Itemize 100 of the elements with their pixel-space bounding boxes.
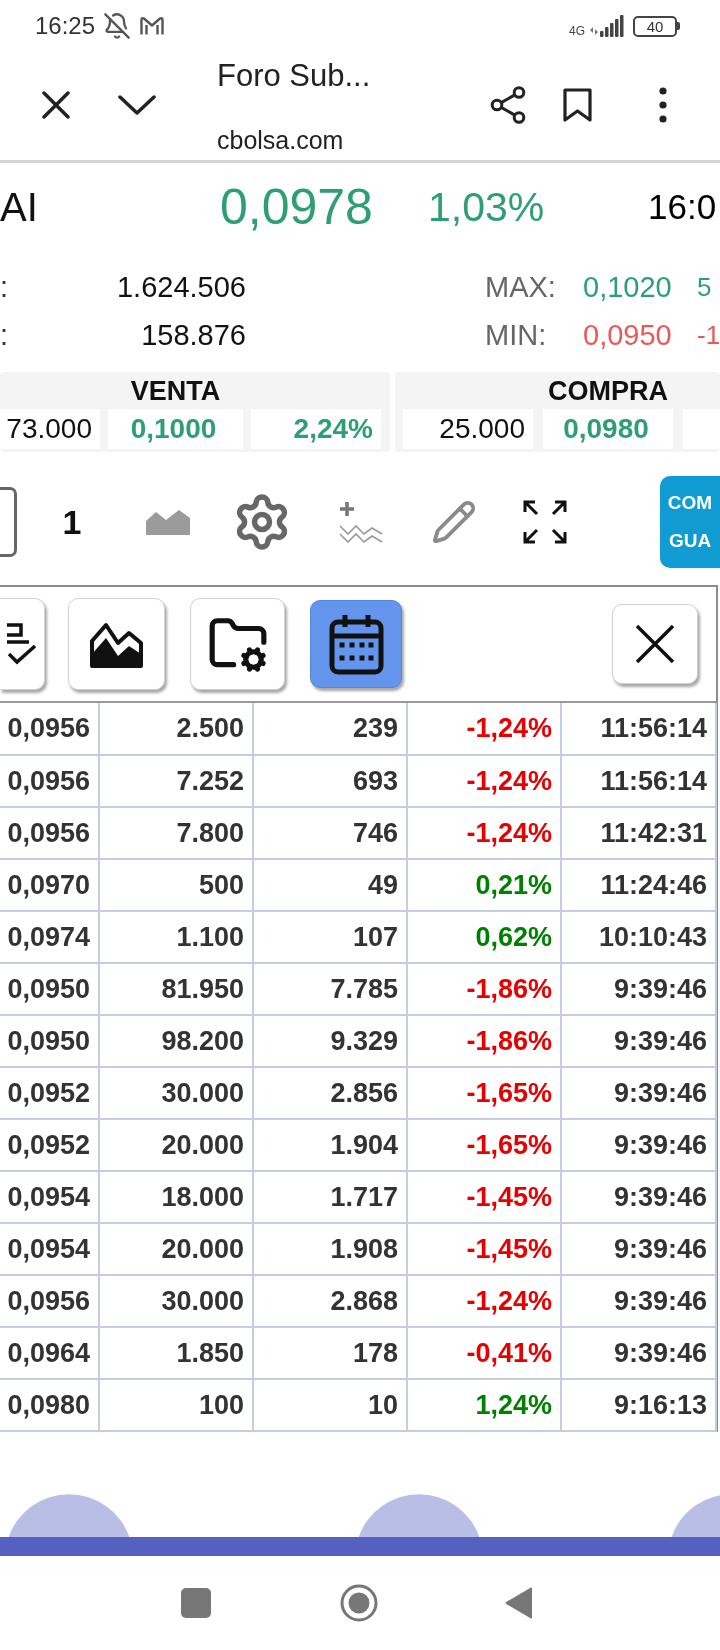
table-cell: 1,24%: [407, 1379, 561, 1431]
battery-indicator: 40: [633, 15, 680, 37]
table-cell: 11:56:14: [561, 755, 716, 807]
status-time: 16:25: [35, 12, 96, 40]
close-button[interactable]: [612, 604, 698, 684]
table-cell: -1,45%: [407, 1171, 561, 1223]
table-cell: 9:39:46: [561, 1015, 716, 1067]
table-cell: 9:16:13: [561, 1379, 716, 1431]
table-cell: 2.500: [99, 703, 253, 755]
checklist-icon: [7, 622, 37, 666]
fullscreen-icon[interactable]: [522, 499, 568, 545]
stat-label: :: [0, 318, 10, 352]
stock-symbol: AI: [0, 184, 39, 230]
table-cell: 0,0956: [0, 807, 99, 859]
table-cell: 2.856: [253, 1067, 407, 1119]
stat-value: 158.876: [141, 318, 246, 352]
order-volume: 25.000: [403, 409, 533, 449]
square-outline-icon[interactable]: [0, 487, 17, 557]
table-cell: 11:42:31: [561, 807, 716, 859]
bell-off-icon: [103, 12, 132, 40]
stat-value: 1.624.506: [117, 270, 246, 304]
table-cell: 1.717: [253, 1171, 407, 1223]
table-cell: 0,0954: [0, 1223, 99, 1275]
table-cell: 9.329: [253, 1015, 407, 1067]
table-cell: 0,0970: [0, 859, 99, 911]
table-cell: 10: [253, 1379, 407, 1431]
table-cell: 1.904: [253, 1119, 407, 1171]
table-cell: 9:39:46: [561, 1275, 716, 1327]
table-cell: 239: [253, 703, 407, 755]
table-cell: 107: [253, 911, 407, 963]
table-cell: 0,0964: [0, 1327, 99, 1379]
order-side-title: VENTA: [130, 376, 221, 407]
table-cell: -1,65%: [407, 1119, 561, 1171]
table-cell: 0,0980: [0, 1379, 99, 1431]
table-cell: 0,62%: [407, 911, 561, 963]
circle-icon: [340, 1584, 378, 1622]
price-change: 1,03%: [428, 183, 546, 231]
close-icon[interactable]: [42, 91, 70, 119]
table-cell: 9:39:46: [561, 1327, 716, 1379]
table-cell: 10:10:43: [561, 911, 716, 963]
table-cell: 9:39:46: [561, 1067, 716, 1119]
table-cell: 7.800: [99, 807, 253, 859]
add-indicator-icon[interactable]: [338, 500, 384, 544]
table-cell: 11:24:46: [561, 859, 716, 911]
range-extra: 5: [697, 271, 712, 303]
stock-price: 0,0978: [220, 178, 374, 236]
table-cell: 20.000: [99, 1223, 253, 1275]
mail-icon: [139, 16, 166, 36]
table-cell: 1.850: [99, 1327, 253, 1379]
table-cell: 9:39:46: [561, 963, 716, 1015]
table-cell: 9:39:46: [561, 1223, 716, 1275]
table-cell: 20.000: [99, 1119, 253, 1171]
table-cell: 1.908: [253, 1223, 407, 1275]
range-value: 0,1020: [583, 270, 672, 304]
chevron-down-icon[interactable]: [118, 95, 156, 115]
network-type: 4G: [569, 24, 585, 38]
table-cell: 98.200: [99, 1015, 253, 1067]
table-cell: 178: [253, 1327, 407, 1379]
panel-tab[interactable]: [310, 600, 402, 688]
area-chart-icon[interactable]: [146, 509, 190, 535]
table-cell: 0,0950: [0, 1015, 99, 1067]
triangle-icon: [505, 1587, 533, 1619]
table-cell: 0,0952: [0, 1067, 99, 1119]
table-cell: 0,0954: [0, 1171, 99, 1223]
order-side-title: COMPRA: [548, 376, 668, 407]
period-value[interactable]: 1: [62, 502, 82, 542]
table-cell: -1,24%: [407, 755, 561, 807]
table-cell: 9:39:46: [561, 1171, 716, 1223]
home-button[interactable]: [340, 1584, 378, 1622]
order-price: 0,1000: [108, 409, 243, 449]
page-title: Foro Sub...: [217, 58, 372, 94]
order-change: 2,24%: [251, 409, 381, 449]
table-cell: 81.950: [99, 963, 253, 1015]
table-cell: -1,24%: [407, 1275, 561, 1327]
table-cell: -1,45%: [407, 1223, 561, 1275]
share-icon[interactable]: [490, 86, 526, 124]
recents-button[interactable]: [181, 1588, 211, 1618]
range-label: MIN:: [485, 318, 547, 352]
more-icon[interactable]: [659, 87, 667, 123]
table-cell: -0,41%: [407, 1327, 561, 1379]
table-cell: 500: [99, 859, 253, 911]
table-cell: -1,24%: [407, 807, 561, 859]
area-chart-icon: [89, 620, 144, 668]
table-cell: -1,86%: [407, 1015, 561, 1067]
calendar-icon: [328, 613, 384, 675]
pencil-icon[interactable]: [431, 499, 477, 545]
table-cell: 9:39:46: [561, 1119, 716, 1171]
table-cell: 0,0956: [0, 1275, 99, 1327]
bookmark-icon[interactable]: [563, 88, 592, 122]
table-cell: 0,21%: [407, 859, 561, 911]
table-cell: 746: [253, 807, 407, 859]
range-value: 0,0950: [583, 318, 672, 352]
back-button[interactable]: [505, 1587, 533, 1619]
table-cell: 0,0974: [0, 911, 99, 963]
table-cell: 30.000: [99, 1275, 253, 1327]
table-cell: 1.100: [99, 911, 253, 963]
table-cell: 693: [253, 755, 407, 807]
table-cell: -1,86%: [407, 963, 561, 1015]
table-cell: 0,0956: [0, 703, 99, 755]
stat-label: :: [0, 270, 10, 304]
